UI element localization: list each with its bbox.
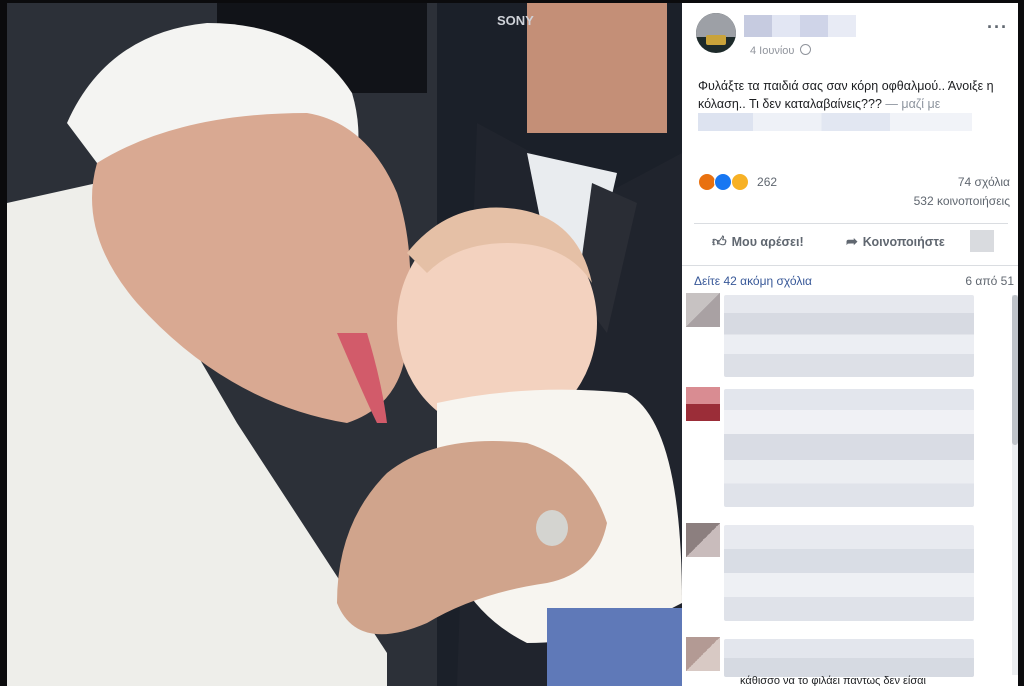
shares-count[interactable]: 532 κοινοποιήσεις [914, 194, 1010, 208]
camera-brand-label: SONY [497, 13, 534, 28]
reactions-summary[interactable]: 262 [698, 173, 777, 191]
comments-scrollbar[interactable] [1012, 295, 1018, 675]
comment-bubble-blurred [724, 525, 974, 621]
share-button[interactable]: ➦ Κοινοποιήστε [846, 233, 945, 250]
comments-count[interactable]: 74 σχόλια [958, 175, 1010, 189]
author-name-blurred[interactable] [744, 15, 856, 37]
comment-bubble-blurred [724, 639, 974, 677]
post-as-avatar[interactable] [970, 230, 994, 252]
post-date-text: 4 Ιουνίου [750, 45, 795, 57]
commenter-avatar[interactable] [686, 293, 720, 327]
commenter-avatar[interactable] [686, 637, 720, 671]
like-reaction-icon [714, 173, 733, 191]
scrollbar-thumb[interactable] [1012, 295, 1018, 445]
post-text: Φυλάξτε τα παιδιά σας σαν κόρη οφθαλμού.… [698, 79, 994, 111]
like-button-label: Μου αρέσει! [731, 235, 804, 249]
comment-bubble-blurred [724, 389, 974, 507]
post-panel: 4 Ιουνίου ··· Φυλάξτε τα παιδιά σας σαν … [682, 3, 1018, 686]
reaction-count: 262 [757, 175, 778, 189]
globe-icon [800, 44, 812, 55]
more-options-icon[interactable]: ··· [987, 17, 1008, 38]
comments-divider [682, 265, 1018, 266]
post-photo[interactable]: SONY [7, 3, 682, 686]
share-button-label: Κοινοποιήστε [862, 235, 945, 249]
thumbs-up-icon: 👍︎ [712, 233, 727, 249]
tagged-users-blurred[interactable] [698, 113, 972, 131]
commenter-avatar[interactable] [686, 387, 720, 421]
post-body: Φυλάξτε τα παιδιά σας σαν κόρη οφθαλμού.… [698, 77, 1014, 131]
commenter-avatar[interactable] [686, 523, 720, 557]
share-arrow-icon: ➦ [846, 233, 858, 249]
with-label: — μαζί με [885, 97, 941, 111]
post-header: 4 Ιουνίου ··· [696, 13, 1008, 61]
wow-reaction-icon [730, 173, 749, 191]
like-button[interactable]: 👍︎ Μου αρέσει! [712, 233, 804, 250]
post-stats: 262 74 σχόλια 532 κοινοποιήσεις [698, 173, 1010, 223]
angry-reaction-icon [698, 173, 716, 191]
comment-text-cutoff: κάθισσο να το φιλάει παντως δεν είσαι [740, 675, 926, 686]
author-avatar[interactable] [696, 13, 736, 53]
comment-bubble-blurred [724, 295, 974, 377]
post-actions: 👍︎ Μου αρέσει! ➦ Κοινοποιήστε [694, 223, 1008, 260]
post-date[interactable]: 4 Ιουνίου [750, 44, 812, 57]
comments-paging: 6 από 51 [965, 274, 1014, 288]
view-more-comments-link[interactable]: Δείτε 42 ακόμη σχόλια [694, 274, 812, 288]
